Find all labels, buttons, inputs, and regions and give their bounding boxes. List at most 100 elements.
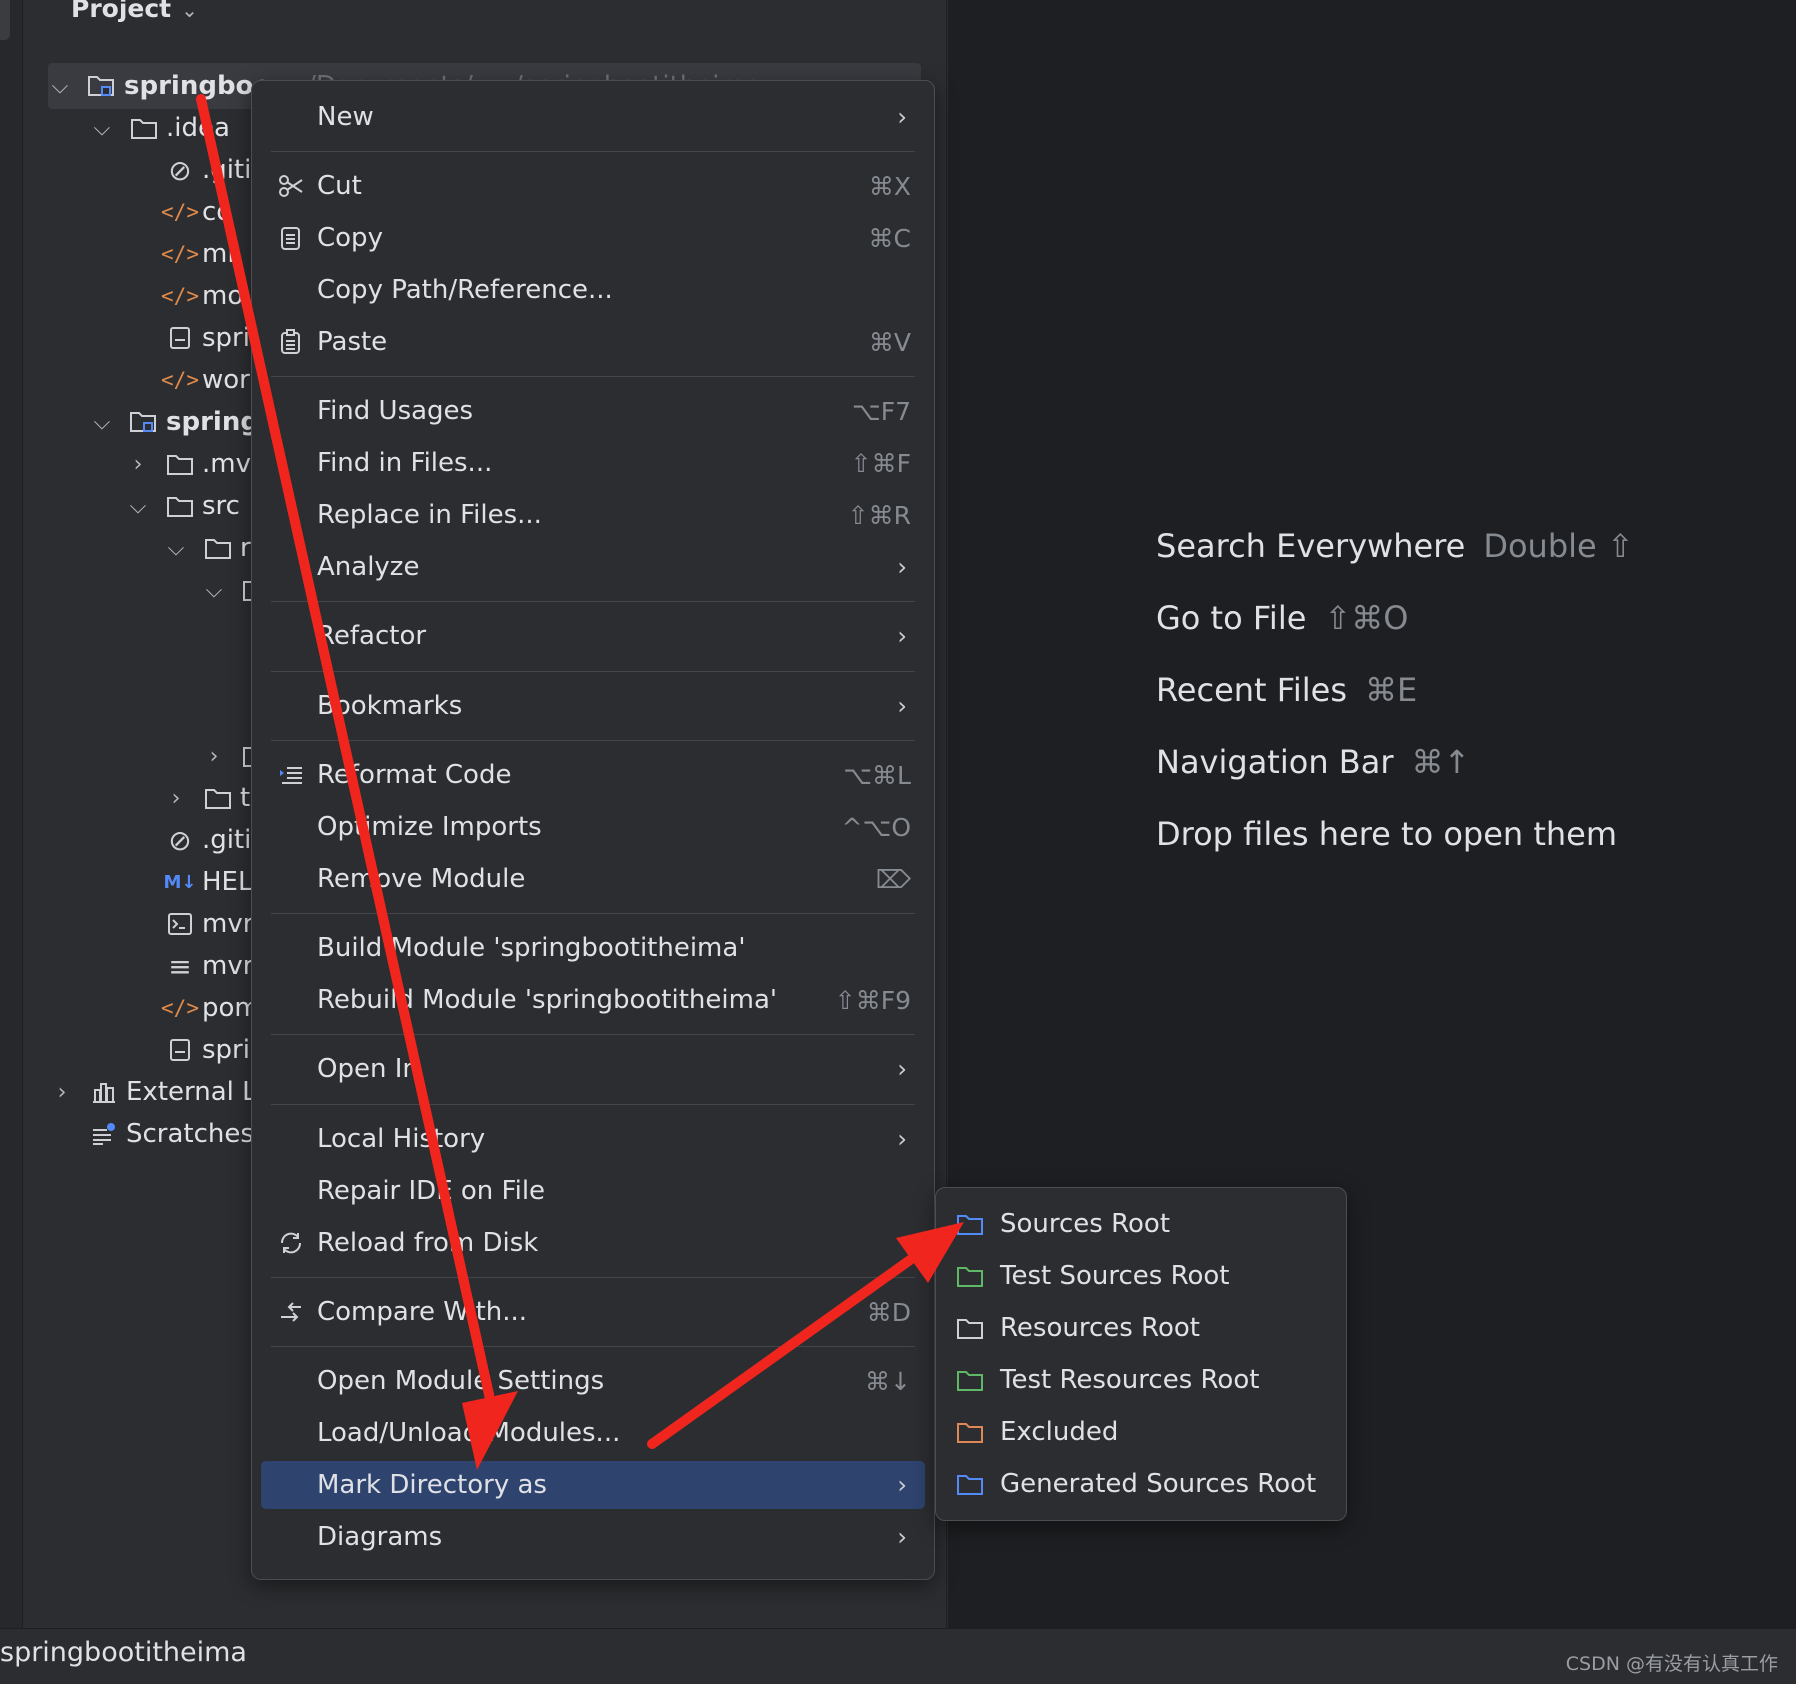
menu-item-local-history[interactable]: Local History › <box>261 1115 925 1163</box>
submenu-item-test-resources-root[interactable]: Test Resources Root <box>944 1356 1338 1404</box>
menu-item-bookmarks[interactable]: Bookmarks › <box>261 682 925 730</box>
tree-row[interactable]: ⌵ springl <box>50 399 268 445</box>
hint-shortcut: ⇧⌘O <box>1324 599 1409 637</box>
tree-row[interactable]: › t <box>50 775 251 821</box>
menu-item-repair-ide-on-file[interactable]: Repair IDE on File <box>261 1167 925 1215</box>
chevron-down-icon[interactable]: ⌵ <box>126 494 150 519</box>
menu-separator <box>271 913 915 914</box>
menu-item-load-unload-modules[interactable]: Load/Unload Modules... <box>261 1409 925 1457</box>
tree-row[interactable]: ⊘ .giti <box>50 147 251 193</box>
menu-item-analyze[interactable]: Analyze › <box>261 543 925 591</box>
tree-row[interactable]: </> pom <box>50 985 260 1031</box>
ignore-file-icon: ⊘ <box>168 823 192 857</box>
submenu-item-excluded[interactable]: Excluded <box>944 1408 1338 1456</box>
menu-item-remove-module[interactable]: Remove Module ⌦ <box>261 855 925 903</box>
menu-item-label: Repair IDE on File <box>317 1176 546 1206</box>
submenu-item-label: Test Sources Root <box>1000 1261 1230 1291</box>
menu-item-mark-directory-as[interactable]: Mark Directory as › <box>261 1461 925 1509</box>
menu-item-reformat-code[interactable]: Reformat Code ⌥⌘L <box>261 751 925 799</box>
menu-item-label: Build Module 'springbootitheima' <box>317 933 746 963</box>
project-tool-tab[interactable] <box>0 0 10 40</box>
menu-item-find-usages[interactable]: Find Usages ⌥F7 <box>261 387 925 435</box>
chevron-down-icon[interactable]: ⌵ <box>90 410 114 435</box>
tree-row[interactable]: spri <box>50 315 250 361</box>
menu-item-rebuild-module-springbootitheima[interactable]: Rebuild Module 'springbootitheima' ⇧⌘F9 <box>261 976 925 1024</box>
chevron-right-icon[interactable]: › <box>126 452 150 477</box>
chevron-down-icon[interactable]: ⌵ <box>48 74 72 99</box>
xml-file-icon: </> <box>161 368 199 392</box>
chevron-right-icon[interactable]: › <box>164 786 188 811</box>
chevron-down-icon[interactable]: ⌵ <box>90 116 114 141</box>
submenu-item-label: Resources Root <box>1000 1313 1200 1343</box>
tree-label: wor <box>202 365 250 395</box>
project-panel-header[interactable]: Project ⌄ <box>71 0 198 23</box>
submenu-item-generated-sources-root[interactable]: Generated Sources Root <box>944 1460 1338 1508</box>
submenu-item-sources-root[interactable]: Sources Root <box>944 1200 1338 1248</box>
menu-item-new[interactable]: New › <box>261 93 925 141</box>
tree-row[interactable]: › .mv <box>50 441 251 487</box>
chevron-down-icon[interactable]: ⌵ <box>164 536 188 561</box>
tree-row[interactable]: mvr <box>50 901 253 947</box>
menu-item-label: Find in Files... <box>317 448 493 478</box>
chevron-down-icon[interactable]: ⌵ <box>202 578 226 603</box>
tree-row[interactable]: spri <box>50 1027 250 1073</box>
ide-window: Project⌄ ⌵springboo~/Documents/ ... /spr… <box>0 0 1796 1684</box>
menu-item-open-module-settings[interactable]: Open Module Settings ⌘↓ <box>261 1357 925 1405</box>
menu-item-build-module-springbootitheima[interactable]: Build Module 'springbootitheima' <box>261 924 925 972</box>
menu-item-reload-from-disk[interactable]: Reload from Disk <box>261 1219 925 1267</box>
submenu-item-test-sources-root[interactable]: Test Sources Root <box>944 1252 1338 1300</box>
menu-item-diagrams[interactable]: Diagrams › <box>261 1513 925 1561</box>
menu-item-replace-in-files[interactable]: Replace in Files... ⇧⌘R <box>261 491 925 539</box>
tree-label: .giti <box>202 825 252 855</box>
folder-icon <box>164 494 196 518</box>
tree-row[interactable]: ⌵ <box>50 567 278 613</box>
tree-row[interactable]: M↓ HEL <box>50 859 253 905</box>
submenu-item-resources-root[interactable]: Resources Root <box>944 1304 1338 1352</box>
reformat-icon <box>275 759 307 791</box>
menu-item-refactor[interactable]: Refactor › <box>261 612 925 660</box>
tree-row[interactable]: ⌵ src <box>50 483 240 529</box>
tree-row[interactable]: ⌵ .idea <box>50 105 230 151</box>
tree-row[interactable]: › <box>50 733 278 779</box>
tree-row[interactable]: </> co <box>50 189 232 235</box>
menu-item-label: Remove Module <box>317 864 526 894</box>
hint-label: Drop files here to open them <box>1156 815 1618 853</box>
menu-item-copy[interactable]: Copy ⌘C <box>261 214 925 262</box>
compare-icon <box>275 1296 307 1328</box>
menu-item-label: Local History <box>317 1124 486 1154</box>
menu-item-copy-path-reference[interactable]: Copy Path/Reference... <box>261 266 925 314</box>
menu-item-cut[interactable]: Cut ⌘X <box>261 162 925 210</box>
tree-row[interactable]: </> mo <box>50 273 243 319</box>
menu-item-open-in[interactable]: Open In › <box>261 1045 925 1093</box>
menu-item-compare-with[interactable]: Compare With... ⌘D <box>261 1288 925 1336</box>
menu-item-shortcut: ⇧⌘F <box>850 448 911 478</box>
welcome-hint: Recent Files ⌘E <box>1156 671 1417 709</box>
scratches-icon <box>88 1122 120 1146</box>
tree-row[interactable]: Scratches <box>50 1111 254 1157</box>
context-menu: New › Cut ⌘X Copy ⌘C Copy Path/Reference... Pas… <box>251 80 935 1580</box>
tree-row[interactable]: </> mi <box>50 231 235 277</box>
xml-file-icon: </> <box>161 242 199 266</box>
menu-separator <box>271 1034 915 1035</box>
menu-item-label: Paste <box>317 327 388 357</box>
tree-row[interactable]: </> wor <box>50 357 250 403</box>
tree-row[interactable]: ⊘ .giti <box>50 817 251 863</box>
chevron-right-icon: › <box>897 1471 907 1499</box>
menu-item-find-in-files[interactable]: Find in Files... ⇧⌘F <box>261 439 925 487</box>
welcome-hint: Navigation Bar ⌘↑ <box>1156 743 1470 781</box>
menu-item-shortcut: ⌘↓ <box>865 1366 911 1396</box>
status-project-name[interactable]: springbootitheima <box>0 1637 247 1668</box>
menu-item-shortcut: ⌦ <box>875 864 911 894</box>
menu-item-optimize-imports[interactable]: Optimize Imports ^⌥O <box>261 803 925 851</box>
chevron-right-icon[interactable]: › <box>50 1080 74 1105</box>
tree-row[interactable]: › External L <box>50 1069 257 1115</box>
text-file-icon: ≡ <box>168 949 192 983</box>
xml-file-icon: </> <box>161 200 199 224</box>
generated-sources-root-folder-icon <box>954 1468 986 1500</box>
menu-item-paste[interactable]: Paste ⌘V <box>261 318 925 366</box>
tree-row[interactable]: ⌵ r <box>50 525 251 571</box>
menu-item-label: Rebuild Module 'springbootitheima' <box>317 985 778 1015</box>
tree-row[interactable]: ≡ mvr <box>50 943 253 989</box>
menu-item-label: Open Module Settings <box>317 1366 605 1396</box>
chevron-right-icon[interactable]: › <box>202 744 226 769</box>
